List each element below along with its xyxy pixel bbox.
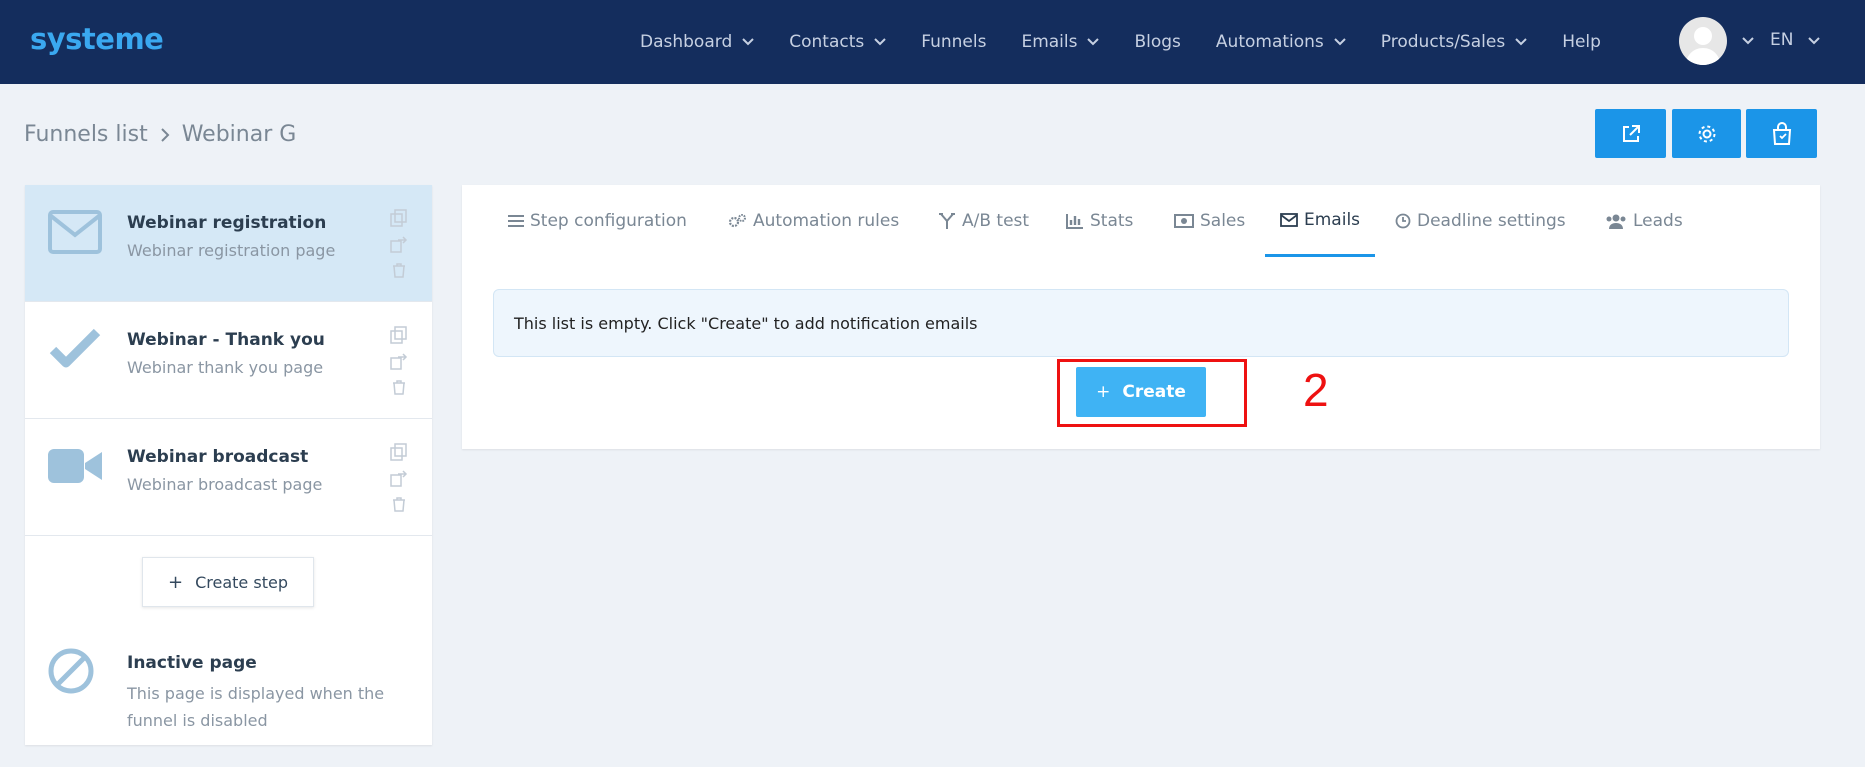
- chevron-down-icon: [1087, 38, 1100, 46]
- step-webinar-registration[interactable]: Webinar registration Webinar registratio…: [25, 185, 432, 302]
- nav-item-label: Products/Sales: [1380, 32, 1506, 52]
- tab-label: Stats: [1090, 211, 1134, 231]
- step-title: Webinar - Thank you: [127, 330, 325, 350]
- chevron-down-icon: [874, 38, 886, 46]
- tab-label: Automation rules: [753, 211, 900, 231]
- tab-deadline-settings[interactable]: Deadline settings: [1395, 185, 1566, 257]
- step-title: Webinar broadcast: [127, 447, 309, 467]
- chevron-down-icon: [1334, 38, 1346, 46]
- gears-icon: [728, 214, 746, 228]
- breadcrumb: Funnels list Webinar G: [24, 122, 296, 147]
- ban-icon: [48, 648, 94, 694]
- top-navigation-bar: systeme Dashboard Contacts Funnels Email…: [0, 0, 1865, 84]
- tab-label: Leads: [1633, 211, 1683, 231]
- annotation-highlight-box: [1057, 359, 1247, 427]
- copy-icon[interactable]: [390, 209, 408, 227]
- tab-step-configuration[interactable]: Step configuration: [508, 185, 687, 257]
- create-step-button[interactable]: + Create step: [142, 557, 314, 607]
- tab-leads[interactable]: Leads: [1605, 185, 1683, 257]
- list-icon: [508, 215, 524, 227]
- empty-list-message: This list is empty. Click "Create" to ad…: [493, 289, 1789, 357]
- inactive-page-title[interactable]: Inactive page: [127, 653, 257, 673]
- gear-icon: [1698, 125, 1715, 142]
- step-actions: [390, 443, 410, 521]
- user-avatar[interactable]: [1679, 17, 1727, 65]
- tab-label: A/B test: [962, 211, 1030, 231]
- step-webinar-broadcast[interactable]: Webinar broadcast Webinar broadcast page: [25, 419, 432, 536]
- clock-icon: [1395, 213, 1411, 229]
- funnel-steps-panel: Webinar registration Webinar registratio…: [25, 185, 432, 745]
- chevron-right-icon: [160, 127, 170, 142]
- chevron-down-icon: [742, 38, 754, 46]
- nav-item-label: Contacts: [789, 32, 865, 52]
- tab-label: Deadline settings: [1417, 211, 1566, 231]
- step-tabs: Step configuration Automation rules A/B …: [462, 185, 1820, 257]
- trash-icon[interactable]: [390, 378, 408, 396]
- nav-item-automations[interactable]: Automations: [1216, 32, 1346, 52]
- nav-item-funnels[interactable]: Funnels: [921, 32, 986, 52]
- video-camera-icon: [48, 449, 102, 483]
- checkmark-icon: [49, 328, 101, 368]
- duplicate-to-icon[interactable]: [390, 352, 408, 370]
- tab-automation-rules[interactable]: Automation rules: [727, 185, 899, 257]
- open-funnel-button[interactable]: [1595, 109, 1666, 158]
- envelope-icon: [48, 210, 102, 254]
- nav-item-label: Emails: [1021, 32, 1078, 52]
- duplicate-to-icon[interactable]: [390, 235, 408, 253]
- tab-label: Emails: [1304, 209, 1361, 230]
- copy-icon[interactable]: [390, 443, 408, 461]
- nav-item-label: Funnels: [921, 32, 987, 52]
- breadcrumb-current: Webinar G: [181, 122, 297, 147]
- nav-item-products-sales[interactable]: Products/Sales: [1381, 32, 1527, 52]
- nav-item-dashboard[interactable]: Dashboard: [640, 32, 754, 52]
- copy-icon[interactable]: [390, 326, 408, 344]
- nav-item-label: Help: [1562, 32, 1601, 52]
- annotation-step-number: 2: [1303, 364, 1329, 416]
- trash-icon[interactable]: [390, 261, 408, 279]
- bar-chart-icon: [1066, 214, 1083, 229]
- step-webinar-thank-you[interactable]: Webinar - Thank you Webinar thank you pa…: [25, 302, 432, 419]
- duplicate-to-icon[interactable]: [390, 469, 408, 487]
- nav-item-emails[interactable]: Emails: [1021, 32, 1100, 52]
- step-title: Webinar registration: [127, 213, 327, 233]
- inactive-page-subtitle: This page is displayed when the funnel i…: [127, 684, 385, 730]
- create-step-label: Create step: [195, 572, 288, 592]
- nav-item-contacts[interactable]: Contacts: [789, 32, 886, 52]
- funnel-settings-button[interactable]: [1672, 109, 1741, 158]
- plus-icon: +: [168, 571, 184, 593]
- nav-item-label: Dashboard: [640, 32, 733, 52]
- nav-item-blogs[interactable]: Blogs: [1134, 32, 1180, 52]
- language-selector[interactable]: EN: [1770, 30, 1793, 50]
- nav-item-label: Automations: [1215, 32, 1324, 52]
- nav-item-help[interactable]: Help: [1562, 32, 1601, 52]
- user-silhouette-icon: [1685, 27, 1721, 65]
- tab-sales[interactable]: Sales: [1174, 185, 1245, 257]
- trash-icon[interactable]: [390, 495, 408, 513]
- external-link-icon: [1622, 124, 1640, 142]
- users-icon: [1606, 214, 1626, 229]
- chevron-down-icon[interactable]: [1742, 37, 1754, 45]
- step-subtitle: Webinar registration page: [127, 241, 336, 260]
- step-actions: [390, 209, 410, 287]
- money-icon: [1174, 214, 1194, 228]
- tab-label: Step configuration: [530, 211, 687, 231]
- split-icon: [939, 213, 955, 229]
- chevron-down-icon: [1515, 38, 1527, 46]
- nav-item-label: Blogs: [1134, 32, 1181, 52]
- funnel-shop-button[interactable]: [1746, 109, 1817, 158]
- tab-label: Sales: [1200, 211, 1246, 231]
- main-nav: Dashboard Contacts Funnels Emails Blogs …: [640, 0, 1636, 84]
- envelope-icon: [1280, 212, 1298, 227]
- tab-ab-test[interactable]: A/B test: [938, 185, 1029, 257]
- step-actions: [390, 326, 410, 404]
- tab-stats[interactable]: Stats: [1066, 185, 1133, 257]
- shopping-bag-icon: [1772, 121, 1791, 145]
- systeme-logo[interactable]: systeme: [30, 22, 164, 56]
- step-subtitle: Webinar broadcast page: [127, 475, 323, 494]
- chevron-down-icon[interactable]: [1808, 37, 1820, 45]
- breadcrumb-root-link[interactable]: Funnels list: [24, 122, 148, 147]
- tab-emails[interactable]: Emails: [1265, 185, 1376, 257]
- step-subtitle: Webinar thank you page: [127, 358, 324, 377]
